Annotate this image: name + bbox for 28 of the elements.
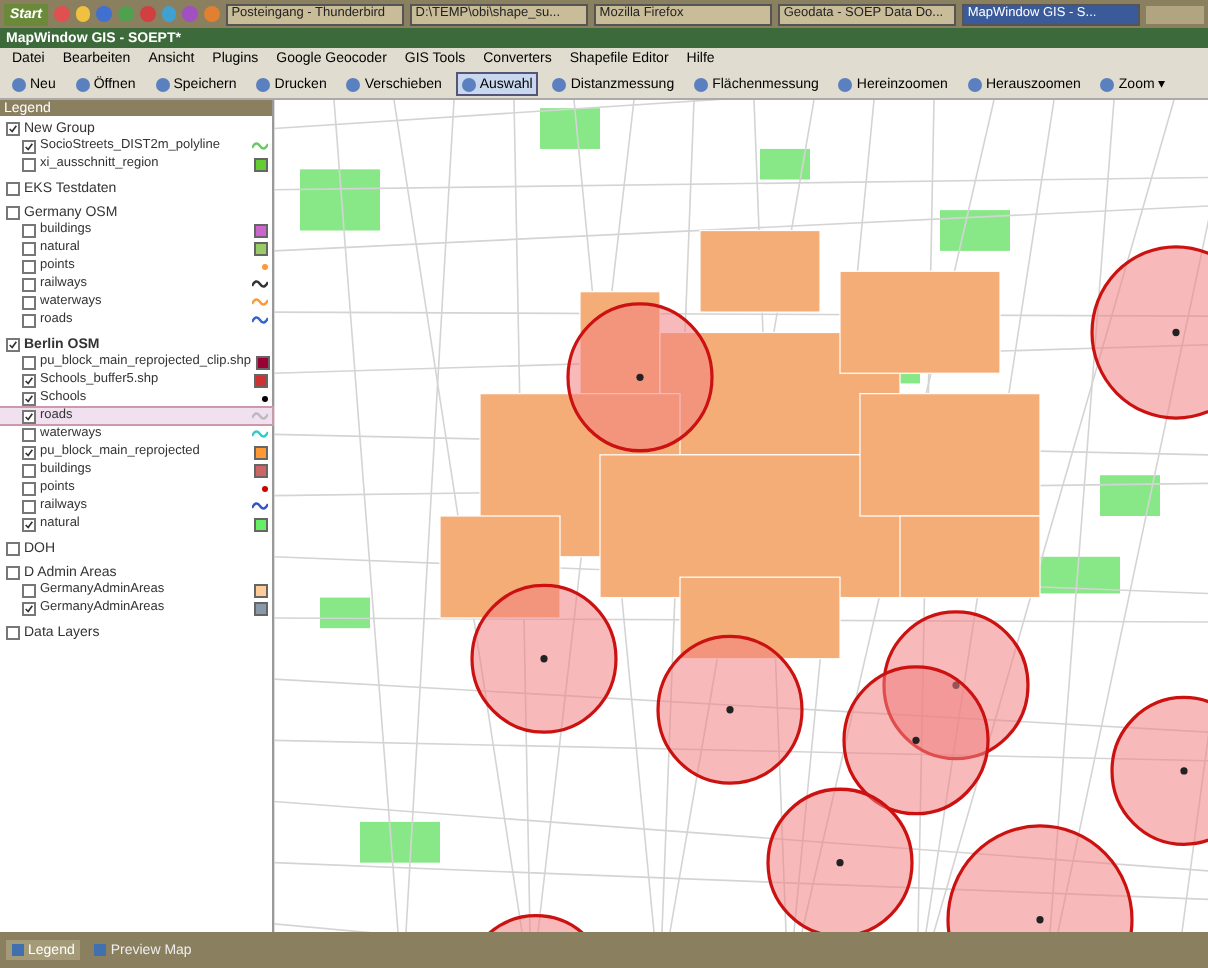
checkbox[interactable] [22,139,36,153]
checkbox[interactable] [22,295,36,309]
checkbox[interactable] [22,157,36,171]
checkbox[interactable] [6,181,20,195]
checkbox[interactable] [22,601,36,615]
checkbox[interactable] [6,541,20,555]
checkbox[interactable] [22,481,36,495]
checkbox[interactable] [6,625,20,639]
checkbox[interactable] [22,259,36,273]
checkbox[interactable] [6,337,20,351]
checkbox[interactable] [22,445,36,459]
checkbox[interactable] [22,355,36,369]
checkbox[interactable] [22,427,36,441]
checkbox[interactable] [22,409,36,423]
checkbox[interactable] [22,373,36,387]
checkbox[interactable] [22,313,36,327]
checkbox[interactable] [6,565,20,579]
checkbox[interactable] [22,391,36,405]
checkbox[interactable] [22,583,36,597]
checkbox[interactable] [22,517,36,531]
checkbox[interactable] [6,205,20,219]
checkbox[interactable] [22,499,36,513]
checkbox[interactable] [6,121,20,135]
checkbox[interactable] [22,241,36,255]
checkbox[interactable] [22,463,36,477]
map-drawing[interactable] [274,100,1208,932]
checkbox[interactable] [22,277,36,291]
checkbox[interactable] [22,223,36,237]
